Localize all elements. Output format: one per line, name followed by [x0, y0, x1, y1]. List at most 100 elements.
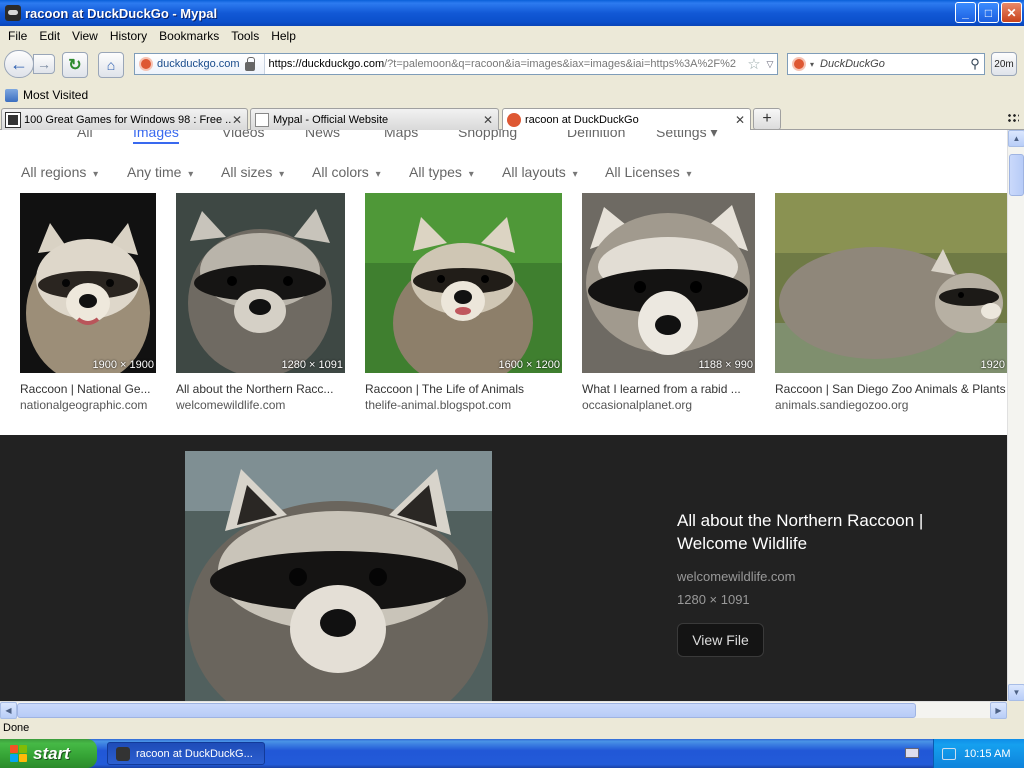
maximize-button[interactable]: □ — [978, 2, 999, 23]
bookmark-most-visited[interactable]: Most Visited — [23, 88, 88, 102]
taskbar-window-button[interactable]: racoon at DuckDuckG... — [107, 742, 265, 765]
image-caption[interactable]: Raccoon | San Diego Zoo Animals & Plants — [775, 382, 1007, 396]
clock[interactable]: 10:15 AM — [964, 748, 1010, 760]
forward-button[interactable]: → — [33, 54, 55, 74]
reload-button[interactable]: ↻ — [62, 52, 88, 78]
tab-mypal-official[interactable]: Mypal - Official Website ✕ — [250, 108, 499, 130]
tab-images[interactable]: Images — [133, 130, 179, 144]
close-button[interactable]: ✕ — [1001, 2, 1022, 23]
start-button[interactable]: start — [0, 739, 97, 768]
tab-100-great-games[interactable]: 100 Great Games for Windows 98 : Free ..… — [1, 108, 248, 130]
vertical-scrollbar[interactable]: ▲ ▼ — [1007, 130, 1024, 701]
tab-definition[interactable]: Definition — [567, 130, 625, 140]
tab-racoon-duckduckgo[interactable]: racoon at DuckDuckGo ✕ — [502, 108, 751, 131]
detail-raccoon-image[interactable] — [185, 451, 492, 701]
mypal-app-icon — [116, 746, 130, 761]
zoom-button[interactable]: 20m — [991, 52, 1017, 76]
scrollbar-corner — [1007, 701, 1024, 718]
tab-news[interactable]: News — [305, 130, 340, 140]
image-caption[interactable]: What I learned from a rabid ... — [582, 382, 755, 396]
menu-file[interactable]: File — [2, 29, 33, 43]
filter-sizes[interactable]: All sizes — [221, 164, 284, 180]
most-visited-icon — [5, 88, 18, 102]
tab-close-icon[interactable]: ✕ — [231, 113, 243, 127]
filter-types[interactable]: All types — [409, 164, 474, 180]
tab-videos[interactable]: Videos — [222, 130, 265, 140]
status-bar: Done — [3, 722, 30, 734]
horizontal-scrollbar[interactable]: ◀ ▶ — [0, 701, 1007, 719]
navigation-toolbar: ← → ↻ ⌂ duckduckgo.com https://duckduckg… — [0, 46, 1024, 82]
new-tab-button[interactable]: + — [753, 108, 781, 130]
url-path: /?t=palemoon&q=racoon&ia=images&iax=imag… — [384, 58, 737, 70]
windows-taskbar: start racoon at DuckDuckG... 10:15 AM — [0, 739, 1024, 768]
keyboard-layout-icon[interactable] — [905, 748, 919, 758]
detail-title[interactable]: All about the Northern Raccoon | Welcome… — [677, 509, 977, 555]
menu-view[interactable]: View — [66, 29, 104, 43]
detail-source[interactable]: welcomewildlife.com — [677, 569, 795, 584]
tab-settings[interactable]: Settings ▾ — [656, 130, 718, 141]
taskbar-window-label: racoon at DuckDuckG... — [136, 747, 253, 760]
image-source[interactable]: welcomewildlife.com — [176, 398, 345, 412]
tab-close-icon[interactable]: ✕ — [734, 113, 746, 127]
url-history-dropmarker[interactable]: ▽ — [763, 59, 777, 70]
url-input[interactable]: https://duckduckgo.com/?t=palemoon&q=rac… — [265, 58, 745, 70]
menu-tools[interactable]: Tools — [225, 29, 265, 43]
filter-colors[interactable]: All colors — [312, 164, 381, 180]
search-go-icon[interactable]: ⚲ — [966, 56, 984, 72]
bookmark-star-icon[interactable]: ☆ — [745, 55, 763, 73]
window-title: racoon at DuckDuckGo - Mypal — [25, 5, 218, 21]
minimize-button[interactable]: _ — [955, 2, 976, 23]
mypal-app-icon[interactable] — [5, 5, 21, 21]
scroll-left-button[interactable]: ◀ — [0, 702, 17, 719]
raccoon-thumbnail[interactable]: 1900 × 1900 — [20, 193, 156, 373]
network-icon[interactable] — [942, 747, 956, 760]
url-bar[interactable]: duckduckgo.com https://duckduckgo.com/?t… — [134, 53, 778, 75]
scroll-down-button[interactable]: ▼ — [1008, 684, 1024, 701]
image-caption[interactable]: Raccoon | The Life of Animals — [365, 382, 562, 396]
raccoon-thumbnail[interactable]: 1280 × 1091 — [176, 193, 345, 373]
search-engine-dropdown-icon[interactable]: ▾ — [810, 60, 814, 69]
raccoon-thumbnail[interactable]: 1188 × 990 — [582, 193, 755, 373]
filter-layouts[interactable]: All layouts — [502, 164, 578, 180]
image-caption[interactable]: Raccoon | National Ge... — [20, 382, 156, 396]
image-dimensions: 1188 × 990 — [698, 359, 753, 371]
page-favicon-icon — [255, 112, 269, 127]
image-source[interactable]: animals.sandiegozoo.org — [775, 398, 1007, 412]
search-bar[interactable]: ▾ DuckDuckGo ⚲ — [787, 53, 985, 75]
filter-time[interactable]: Any time — [127, 164, 193, 180]
image-source[interactable]: occasionalplanet.org — [582, 398, 755, 412]
image-dimensions: 1920 — [980, 359, 1005, 371]
back-button[interactable]: ← — [4, 50, 34, 78]
filter-regions[interactable]: All regions — [21, 164, 98, 180]
tab-label: 100 Great Games for Windows 98 : Free ..… — [24, 113, 231, 126]
scroll-right-button[interactable]: ▶ — [990, 702, 1007, 719]
image-source[interactable]: nationalgeographic.com — [20, 398, 156, 412]
site-identity-button[interactable]: duckduckgo.com — [135, 54, 265, 74]
detail-dimensions: 1280 × 1091 — [677, 592, 750, 607]
vertical-scroll-thumb[interactable] — [1009, 154, 1024, 196]
filter-licenses[interactable]: All Licenses — [605, 164, 692, 180]
home-button[interactable]: ⌂ — [98, 52, 124, 78]
menu-history[interactable]: History — [104, 29, 153, 43]
menu-bookmarks[interactable]: Bookmarks — [153, 29, 225, 43]
tab-maps[interactable]: Maps — [384, 130, 418, 140]
raccoon-thumbnail[interactable]: 1920 — [775, 193, 1007, 373]
search-engine-icon[interactable] — [792, 57, 806, 71]
page-content: All Images Videos News Maps Shopping Def… — [0, 130, 1007, 701]
view-file-button[interactable]: View File — [677, 623, 764, 657]
tab-shopping[interactable]: Shopping — [458, 130, 517, 140]
tab-close-icon[interactable]: ✕ — [482, 113, 494, 127]
menu-help[interactable]: Help — [265, 29, 302, 43]
tab-all[interactable]: All — [77, 130, 93, 140]
menu-edit[interactable]: Edit — [33, 29, 66, 43]
scroll-up-button[interactable]: ▲ — [1008, 130, 1024, 147]
raccoon-thumbnail[interactable]: 1600 × 1200 — [365, 193, 562, 373]
image-source[interactable]: thelife-animal.blogspot.com — [365, 398, 562, 412]
search-type-tabs: All Images Videos News Maps Shopping Def… — [0, 130, 1007, 146]
search-input[interactable]: DuckDuckGo — [820, 58, 966, 70]
image-caption[interactable]: All about the Northern Racc... — [176, 382, 345, 396]
horizontal-scroll-thumb[interactable] — [17, 703, 916, 718]
tab-list-icon[interactable] — [1007, 113, 1019, 123]
image-detail-panel: All about the Northern Raccoon | Welcome… — [0, 435, 1007, 701]
title-bar[interactable]: racoon at DuckDuckGo - Mypal _ □ ✕ — [0, 0, 1024, 26]
